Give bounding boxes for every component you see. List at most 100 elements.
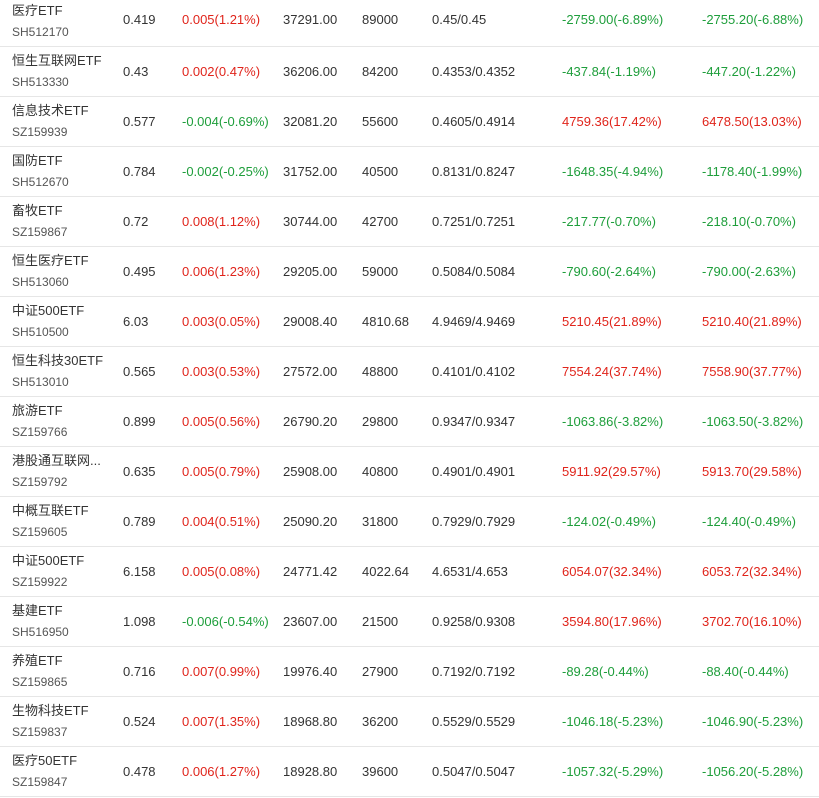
amount-cell: 24771.42	[283, 564, 338, 579]
table-row[interactable]: 医疗50ETF SZ159847 0.478 0.006(1.27%) 1892…	[0, 747, 819, 797]
flow-2-cell: -1063.50(-3.82%)	[702, 414, 804, 429]
fund-name[interactable]: 港股通互联网...	[12, 452, 107, 470]
table-row[interactable]: 信息技术ETF SZ159939 0.577 -0.004(-0.69%) 32…	[0, 97, 819, 147]
table-row[interactable]: 港股通互联网... SZ159792 0.635 0.005(0.79%) 25…	[0, 447, 819, 497]
change-cell: 0.006(1.23%)	[182, 264, 261, 279]
fund-code: SZ159922	[12, 575, 68, 589]
fund-code: SH512170	[12, 25, 69, 39]
flow-2-cell: 3702.70(16.10%)	[702, 614, 802, 629]
volume-cell: 39600	[362, 764, 399, 779]
bid-ask-cell: 0.9258/0.9308	[432, 614, 516, 629]
table-row[interactable]: 中证500ETF SH510500 6.03 0.003(0.05%) 2900…	[0, 297, 819, 347]
bid-ask-cell: 0.8131/0.8247	[432, 164, 516, 179]
change-cell: 0.005(1.21%)	[182, 12, 261, 27]
fund-name-cell: 养殖ETF SZ159865	[12, 652, 107, 691]
price-cell: 6.03	[123, 314, 149, 329]
fund-name[interactable]: 恒生医疗ETF	[12, 252, 107, 270]
fund-code: SZ159939	[12, 125, 68, 139]
change-cell: -0.004(-0.69%)	[182, 114, 269, 129]
bid-ask-cell: 0.7192/0.7192	[432, 664, 516, 679]
volume-cell: 29800	[362, 414, 399, 429]
fund-name[interactable]: 基建ETF	[12, 602, 107, 620]
table-row[interactable]: 恒生互联网ETF SH513330 0.43 0.002(0.47%) 3620…	[0, 47, 819, 97]
fund-name-cell: 中证500ETF SH510500	[12, 302, 107, 341]
volume-cell: 21500	[362, 614, 399, 629]
price-cell: 0.565	[123, 364, 156, 379]
bid-ask-cell: 0.9347/0.9347	[432, 414, 516, 429]
fund-name-cell: 基建ETF SH516950	[12, 602, 107, 641]
bid-ask-cell: 0.5047/0.5047	[432, 764, 516, 779]
table-row[interactable]: 中证500ETF SZ159922 6.158 0.005(0.08%) 247…	[0, 547, 819, 597]
table-row[interactable]: 生物科技ETF SZ159837 0.524 0.007(1.35%) 1896…	[0, 697, 819, 747]
flow-1-cell: 5911.92(29.57%)	[562, 464, 661, 479]
table-row[interactable]: 国防ETF SH512670 0.784 -0.002(-0.25%) 3175…	[0, 147, 819, 197]
volume-cell: 36200	[362, 714, 399, 729]
fund-name[interactable]: 信息技术ETF	[12, 102, 107, 120]
fund-name[interactable]: 养殖ETF	[12, 652, 107, 670]
change-cell: 0.003(0.05%)	[182, 314, 261, 329]
table-row[interactable]: 中概互联ETF SZ159605 0.789 0.004(0.51%) 2509…	[0, 497, 819, 547]
change-cell: 0.005(0.56%)	[182, 414, 261, 429]
fund-name[interactable]: 旅游ETF	[12, 402, 107, 420]
amount-cell: 25908.00	[283, 464, 338, 479]
price-cell: 1.098	[123, 614, 156, 629]
fund-name[interactable]: 医疗ETF	[12, 2, 107, 20]
volume-cell: 40500	[362, 164, 399, 179]
bid-ask-cell: 0.4901/0.4901	[432, 464, 516, 479]
bid-ask-cell: 0.7929/0.7929	[432, 514, 516, 529]
fund-name[interactable]: 医疗50ETF	[12, 752, 107, 770]
flow-1-cell: -1057.32(-5.29%)	[562, 764, 664, 779]
flow-1-cell: -217.77(-0.70%)	[562, 214, 656, 229]
table-row[interactable]: 养殖ETF SZ159865 0.716 0.007(0.99%) 19976.…	[0, 647, 819, 697]
flow-1-cell: 7554.24(37.74%)	[562, 364, 662, 379]
volume-cell: 89000	[362, 12, 399, 27]
fund-name[interactable]: 生物科技ETF	[12, 702, 107, 720]
price-cell: 0.524	[123, 714, 156, 729]
amount-cell: 31752.00	[283, 164, 338, 179]
flow-2-cell: 5913.70(29.58%)	[702, 464, 802, 479]
fund-code: SH516950	[12, 625, 69, 639]
table-row[interactable]: 医疗ETF SH512170 0.419 0.005(1.21%) 37291.…	[0, 0, 819, 47]
flow-1-cell: 4759.36(17.42%)	[562, 114, 662, 129]
volume-cell: 59000	[362, 264, 399, 279]
fund-name[interactable]: 中概互联ETF	[12, 502, 107, 520]
fund-name[interactable]: 中证500ETF	[12, 302, 107, 320]
amount-cell: 29205.00	[283, 264, 338, 279]
amount-cell: 27572.00	[283, 364, 338, 379]
price-cell: 0.635	[123, 464, 156, 479]
amount-cell: 18968.80	[283, 714, 338, 729]
fund-name[interactable]: 恒生互联网ETF	[12, 52, 107, 70]
fund-name[interactable]: 中证500ETF	[12, 552, 107, 570]
fund-name-cell: 信息技术ETF SZ159939	[12, 102, 107, 141]
flow-2-cell: -218.10(-0.70%)	[702, 214, 796, 229]
price-cell: 0.716	[123, 664, 156, 679]
fund-code: SH510500	[12, 325, 69, 339]
amount-cell: 19976.40	[283, 664, 338, 679]
flow-2-cell: 6053.72(32.34%)	[702, 564, 802, 579]
volume-cell: 27900	[362, 664, 399, 679]
flow-2-cell: -2755.20(-6.88%)	[702, 12, 804, 27]
flow-1-cell: -1063.86(-3.82%)	[562, 414, 664, 429]
flow-1-cell: -2759.00(-6.89%)	[562, 12, 664, 27]
flow-2-cell: -790.00(-2.63%)	[702, 264, 796, 279]
change-cell: 0.006(1.27%)	[182, 764, 261, 779]
change-cell: 0.007(1.35%)	[182, 714, 261, 729]
table-row[interactable]: 畜牧ETF SZ159867 0.72 0.008(1.12%) 30744.0…	[0, 197, 819, 247]
volume-cell: 40800	[362, 464, 399, 479]
fund-name[interactable]: 畜牧ETF	[12, 202, 107, 220]
flow-2-cell: -1046.90(-5.23%)	[702, 714, 804, 729]
fund-name-cell: 畜牧ETF SZ159867	[12, 202, 107, 241]
amount-cell: 29008.40	[283, 314, 338, 329]
price-cell: 0.577	[123, 114, 156, 129]
fund-name-cell: 港股通互联网... SZ159792	[12, 452, 107, 491]
table-row[interactable]: 恒生科技30ETF SH513010 0.565 0.003(0.53%) 27…	[0, 347, 819, 397]
table-row[interactable]: 基建ETF SH516950 1.098 -0.006(-0.54%) 2360…	[0, 597, 819, 647]
fund-name[interactable]: 国防ETF	[12, 152, 107, 170]
amount-cell: 32081.20	[283, 114, 338, 129]
table-row[interactable]: 旅游ETF SZ159766 0.899 0.005(0.56%) 26790.…	[0, 397, 819, 447]
fund-name[interactable]: 恒生科技30ETF	[12, 352, 107, 370]
flow-2-cell: -1178.40(-1.99%)	[702, 164, 803, 179]
table-row[interactable]: 恒生医疗ETF SH513060 0.495 0.006(1.23%) 2920…	[0, 247, 819, 297]
bid-ask-cell: 0.4605/0.4914	[432, 114, 516, 129]
bid-ask-cell: 0.45/0.45	[432, 12, 487, 27]
